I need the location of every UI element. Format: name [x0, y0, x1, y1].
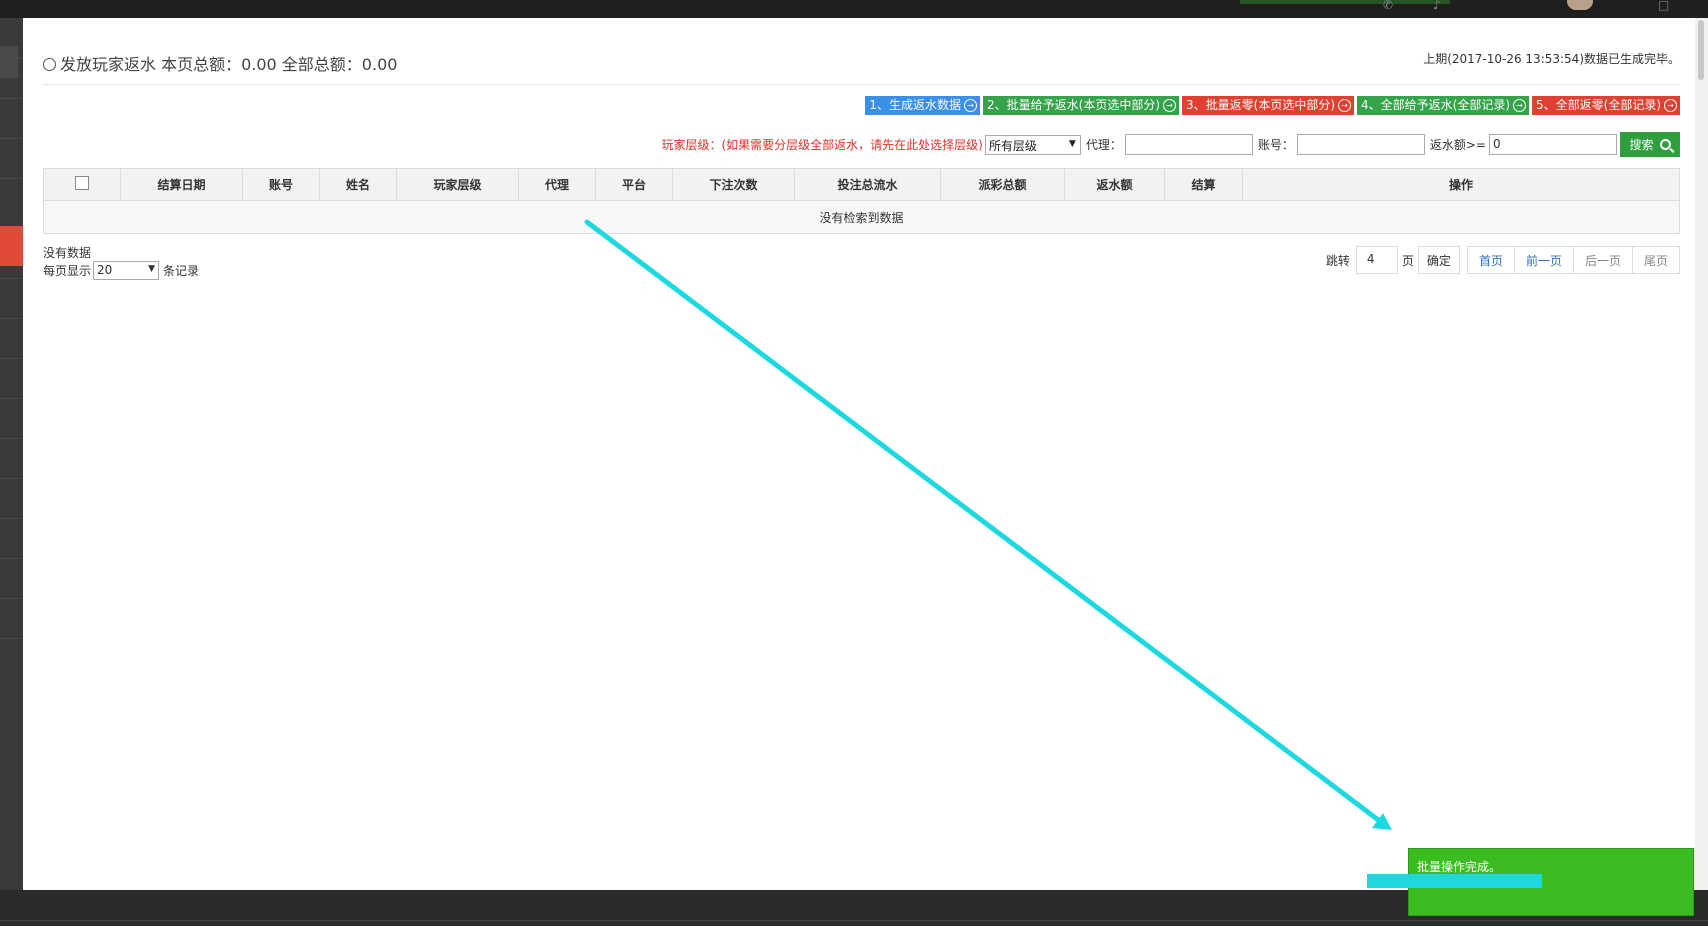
- filter-bar: 玩家层级：(如果需要分层级全部返水，请先在此处选择层级) 所有层级 ▼ 代理： 账…: [661, 132, 1680, 157]
- table-header-row: 结算日期 账号 姓名 玩家层级 代理 平台 下注次数 投注总流水 派彩总额 返水…: [43, 168, 1680, 201]
- column-header[interactable]: 结算: [1164, 168, 1243, 201]
- column-header: 操作: [1242, 168, 1680, 201]
- page-jump-input[interactable]: 4: [1355, 246, 1398, 274]
- empty-message: 没有检索到数据: [43, 200, 1680, 234]
- sidebar-divider: [0, 478, 23, 479]
- right-scrollbar[interactable]: [1695, 18, 1708, 890]
- per-page: 每页显示 20 ▼ 条记录: [43, 261, 199, 280]
- sidebar-divider: [0, 278, 23, 279]
- page-title-text: 发放玩家返水 本页总额：0.00 全部总额：0.00: [60, 55, 398, 74]
- records-label: 条记录: [163, 264, 200, 278]
- sidebar: [0, 18, 23, 890]
- sidebar-divider: [0, 558, 23, 559]
- bottom-divider: [0, 920, 1708, 921]
- sidebar-divider: [0, 438, 23, 439]
- column-header[interactable]: 代理: [518, 168, 596, 201]
- column-header[interactable]: 结算日期: [120, 168, 243, 201]
- action-bar: 1、生成返水数据 → 2、批量给予返水(本页选中部分) → 3、批量返零(本页选中部…: [865, 96, 1680, 115]
- top-status-strip: [1240, 0, 1450, 4]
- arrow-circle-icon: →: [1338, 99, 1351, 112]
- rebate-min-input[interactable]: 0: [1489, 134, 1617, 155]
- jump-confirm-button[interactable]: 确定: [1417, 246, 1460, 274]
- column-header[interactable]: 投注总流水: [794, 168, 941, 201]
- button-label: 3、批量返零(本页选中部分): [1186, 98, 1335, 112]
- caret-down-icon: ▼: [148, 264, 156, 274]
- sidebar-divider: [0, 398, 23, 399]
- account-input[interactable]: [1296, 134, 1425, 155]
- button-label: 4、全部给予返水(全部记录): [1361, 98, 1510, 112]
- first-page-button[interactable]: 首页: [1466, 246, 1515, 274]
- toast-message: 批量操作完成。: [1417, 860, 1502, 874]
- sidebar-divider: [0, 318, 23, 319]
- arrow-circle-icon: →: [1513, 99, 1526, 112]
- batch-give-rebate-button[interactable]: 2、批量给予返水(本页选中部分) →: [983, 96, 1179, 115]
- column-header[interactable]: 姓名: [319, 168, 397, 201]
- per-page-label: 每页显示: [43, 264, 92, 278]
- page-unit-label: 页: [1401, 253, 1414, 268]
- account-label: 账号：: [1257, 138, 1294, 152]
- page-title: 发放玩家返水 本页总额：0.00 全部总额：0.00: [43, 51, 397, 75]
- scrollbar-thumb[interactable]: [1698, 20, 1704, 80]
- button-label: 5、全部返零(全部记录): [1536, 98, 1661, 112]
- select-all-cell: [43, 168, 121, 201]
- sidebar-divider: [0, 638, 23, 639]
- sidebar-item-active[interactable]: [0, 226, 23, 266]
- caret-down-icon: ▼: [1068, 138, 1076, 149]
- sidebar-divider: [0, 518, 23, 519]
- sidebar-toggle[interactable]: [0, 46, 18, 78]
- all-zero-button[interactable]: 5、全部返零(全部记录) →: [1532, 96, 1680, 115]
- column-header[interactable]: 玩家层级: [396, 168, 519, 201]
- search-button-label: 搜索: [1629, 138, 1654, 152]
- generation-status: 上期(2017-10-26 13:53:54)数据已生成完毕。: [1423, 52, 1680, 66]
- sidebar-divider: [0, 58, 23, 59]
- agent-input[interactable]: [1124, 134, 1253, 155]
- last-page-button[interactable]: 尾页: [1631, 246, 1680, 274]
- select-all-checkbox[interactable]: [75, 176, 89, 190]
- column-header[interactable]: 派彩总额: [940, 168, 1065, 201]
- next-page-button[interactable]: 后一页: [1572, 246, 1633, 274]
- level-note: 玩家层级：(如果需要分层级全部返水，请先在此处选择层级): [661, 138, 983, 152]
- column-header[interactable]: 下注次数: [672, 168, 795, 201]
- arrow-circle-icon: →: [1664, 99, 1677, 112]
- sidebar-divider: [0, 138, 23, 139]
- search-icon: [1659, 139, 1671, 150]
- sidebar-divider: [0, 598, 23, 599]
- bell-icon[interactable]: ♪: [1433, 0, 1441, 12]
- divider: [43, 84, 1680, 85]
- generate-rebate-button[interactable]: 1、生成返水数据 →: [865, 96, 980, 115]
- top-bar: ✆ ♪ □: [0, 0, 1708, 18]
- no-data-text: 没有数据: [43, 246, 92, 260]
- sidebar-divider: [0, 358, 23, 359]
- per-page-select[interactable]: 20 ▼: [93, 261, 160, 280]
- button-label: 2、批量给予返水(本页选中部分): [987, 98, 1160, 112]
- arrow-circle-icon: →: [964, 99, 977, 112]
- success-toast[interactable]: 批量操作完成。: [1408, 848, 1694, 916]
- all-give-rebate-button[interactable]: 4、全部给予返水(全部记录) →: [1357, 96, 1529, 115]
- arrow-circle-icon: →: [1163, 99, 1176, 112]
- globe-icon: [43, 58, 56, 71]
- level-select[interactable]: 所有层级 ▼: [984, 134, 1081, 155]
- jump-label: 跳转: [1325, 253, 1350, 268]
- rebate-table: 结算日期 账号 姓名 玩家层级 代理 平台 下注次数 投注总流水 派彩总额 返水…: [43, 168, 1680, 234]
- button-label: 1、生成返水数据: [869, 98, 961, 112]
- column-header[interactable]: 账号: [242, 168, 320, 201]
- batch-zero-button[interactable]: 3、批量返零(本页选中部分) →: [1182, 96, 1354, 115]
- main-panel: 发放玩家返水 本页总额：0.00 全部总额：0.00 上期(2017-10-26…: [23, 18, 1695, 890]
- sidebar-divider: [0, 98, 23, 99]
- agent-label: 代理：: [1085, 138, 1122, 152]
- avatar[interactable]: [1567, 0, 1593, 10]
- pagination: 跳转 4 页 确定 首页 前一页 后一页 尾页: [1326, 246, 1680, 274]
- rebate-min-label: 返水额>=: [1429, 138, 1486, 152]
- per-page-value: 20: [97, 263, 113, 277]
- prev-page-button[interactable]: 前一页: [1513, 246, 1574, 274]
- phone-icon[interactable]: ✆: [1383, 0, 1393, 12]
- sidebar-divider: [0, 178, 23, 179]
- logout-icon[interactable]: □: [1658, 0, 1669, 12]
- column-header[interactable]: 返水额: [1064, 168, 1165, 201]
- column-header[interactable]: 平台: [595, 168, 673, 201]
- search-button[interactable]: 搜索: [1620, 132, 1680, 157]
- table-row: 没有检索到数据: [43, 200, 1680, 234]
- level-select-value: 所有层级: [988, 138, 1037, 153]
